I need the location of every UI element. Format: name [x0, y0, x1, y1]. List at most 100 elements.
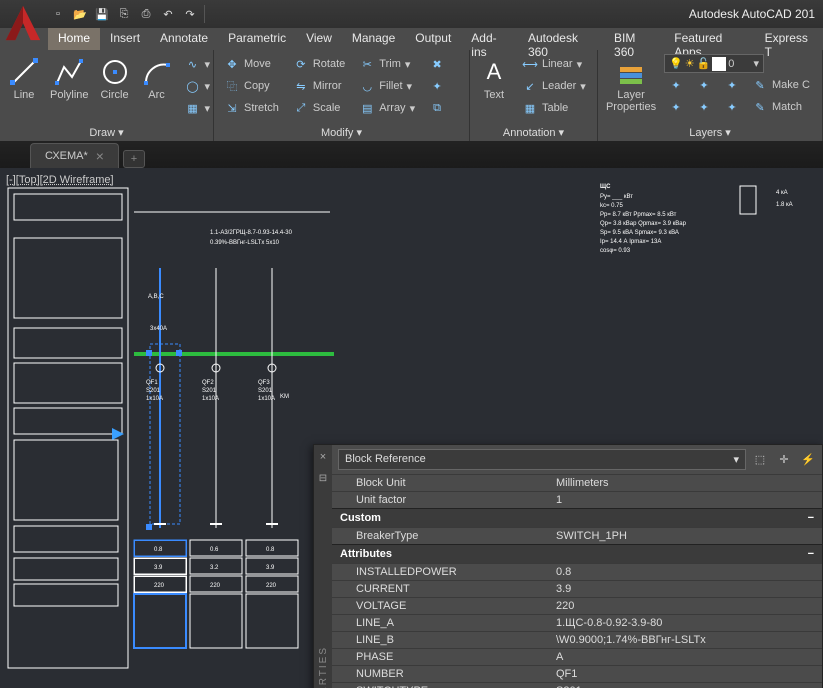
tab-featured-apps[interactable]: Featured Apps [664, 28, 754, 50]
layer-dropdown[interactable]: 💡 ☀ 🔓 0 ▾ [664, 54, 764, 73]
palette-close-icon[interactable]: × [320, 451, 326, 463]
titlebar: ▫ 📂 💾 ⎘ ⎙ ↶ ↷ Autodesk AutoCAD 201 [0, 0, 823, 28]
tab-output[interactable]: Output [405, 28, 461, 50]
prop-row[interactable]: Block UnitMillimeters [332, 474, 822, 491]
trim-button[interactable]: ✂Trim ▾ [355, 54, 419, 74]
app-title: Autodesk AutoCAD 201 [689, 7, 823, 21]
array-button[interactable]: ▤Array ▾ [355, 98, 419, 118]
layer-props-button[interactable]: Layer Properties [604, 54, 658, 115]
tab-parametric[interactable]: Parametric [218, 28, 296, 50]
scale-button[interactable]: ⤢Scale [289, 98, 349, 118]
qat-redo-icon[interactable]: ↷ [180, 4, 200, 24]
layer-b2[interactable]: ✦ [692, 75, 716, 95]
tab-annotate[interactable]: Annotate [150, 28, 218, 50]
draw-extra3-button[interactable]: ▦▾ [181, 98, 215, 118]
draw-extra2-button[interactable]: ◯▾ [181, 76, 215, 96]
line-icon [8, 56, 40, 88]
prop-row[interactable]: VOLTAGE220 [332, 597, 822, 614]
qat-undo-icon[interactable]: ↶ [158, 4, 178, 24]
qat-print-icon[interactable]: ⎙ [136, 4, 156, 24]
polyline-button[interactable]: Polyline [48, 54, 91, 103]
linear-label: Linear [542, 58, 573, 70]
svg-text:S201: S201 [146, 388, 161, 394]
drawing-canvas[interactable]: [-][Top][2D Wireframe] 1.1-А3/2ГРЩ-8.7-0… [0, 168, 823, 688]
qat-saveas-icon[interactable]: ⎘ [114, 4, 134, 24]
prop-row[interactable]: CURRENT3.9 [332, 580, 822, 597]
layer-c3[interactable]: ✦ [720, 97, 744, 117]
doc-tab-label: СХЕМА* [45, 150, 88, 162]
quick-select-icon[interactable]: ⚡ [800, 452, 816, 468]
tab-add-ins[interactable]: Add-ins [461, 28, 518, 50]
arc-button[interactable]: Arc [139, 54, 175, 103]
select-objects-icon[interactable]: ✛ [776, 452, 792, 468]
layer-color-swatch [712, 57, 726, 71]
circle-button[interactable]: Circle [97, 54, 133, 103]
palette-pin-icon[interactable]: ⊟ [319, 473, 327, 484]
toggle-pickadd-icon[interactable]: ⬚ [752, 452, 768, 468]
prop-row[interactable]: INSTALLEDPOWER0.8 [332, 563, 822, 580]
leader-button[interactable]: ↙Leader ▾ [518, 76, 590, 96]
doc-tab[interactable]: СХЕМА* × [30, 143, 119, 168]
table-button[interactable]: ▦Table [518, 98, 590, 118]
layer-b1[interactable]: ✦ [664, 75, 688, 95]
svg-text:A,B,C: A,B,C [148, 294, 164, 300]
svg-text:0.6: 0.6 [210, 547, 219, 553]
add-tab-button[interactable]: + [123, 150, 145, 168]
prop-value: 220 [556, 600, 822, 612]
prop-row[interactable]: LINE_B\W0.9000;1.74%-ВВГнг-LSLTx [332, 631, 822, 648]
tab-bim-360[interactable]: BIM 360 [604, 28, 664, 50]
prop-label: VOLTAGE [356, 600, 556, 612]
draw-extra1-button[interactable]: ∿▾ [181, 54, 215, 74]
qat-save-icon[interactable]: 💾 [92, 4, 112, 24]
mirror-button[interactable]: ⇋Mirror [289, 76, 349, 96]
autocad-logo[interactable] [2, 2, 44, 44]
modify-e1-button[interactable]: ✖ [425, 54, 449, 74]
layer-c1[interactable]: ✦ [664, 97, 688, 117]
close-icon[interactable]: × [96, 148, 104, 164]
panel-modify: ✥Move ⿻Copy ⇲Stretch ⟳Rotate ⇋Mirror ⤢Sc… [214, 50, 470, 141]
makec-button[interactable]: ✎Make C [748, 75, 814, 95]
linear-button[interactable]: ⟷Linear ▾ [518, 54, 590, 74]
panel-annotation-title[interactable]: Annotation ▾ [476, 124, 591, 139]
prop-value: 0.8 [556, 566, 822, 578]
qat-new-icon[interactable]: ▫ [48, 4, 68, 24]
text-button[interactable]: A Text [476, 54, 512, 103]
arc-label: Arc [148, 89, 165, 101]
match-button[interactable]: ✎Match [748, 97, 806, 117]
prop-row[interactable]: PHASEA [332, 648, 822, 665]
prop-row[interactable]: SWITCHTYPES201 [332, 682, 822, 688]
prop-row[interactable]: Unit factor1 [332, 491, 822, 508]
section-attributes[interactable]: Attributes− [332, 544, 822, 563]
modify-e3-button[interactable]: ⧉ [425, 98, 449, 118]
prop-value: 1 [556, 494, 822, 506]
tab-express-t[interactable]: Express T [755, 28, 823, 50]
table-icon: ▦ [522, 100, 538, 116]
object-type-select[interactable]: Block Reference ▾ [338, 449, 746, 470]
panel-modify-title[interactable]: Modify ▾ [220, 124, 463, 139]
svg-text:4 кА: 4 кА [776, 190, 788, 196]
layer-b3[interactable]: ✦ [720, 75, 744, 95]
copy-button[interactable]: ⿻Copy [220, 76, 283, 96]
tab-manage[interactable]: Manage [342, 28, 405, 50]
move-button[interactable]: ✥Move [220, 54, 283, 74]
tab-home[interactable]: Home [48, 28, 100, 50]
rotate-button[interactable]: ⟳Rotate [289, 54, 349, 74]
svg-text:3.2: 3.2 [210, 565, 219, 571]
layer-c2[interactable]: ✦ [692, 97, 716, 117]
prop-row[interactable]: NUMBERQF1 [332, 665, 822, 682]
prop-row[interactable]: LINE_A1.ЩС-0.8-0.92-3.9-80 [332, 614, 822, 631]
section-custom[interactable]: Custom− [332, 508, 822, 527]
line-button[interactable]: Line [6, 54, 42, 103]
palette-title-vertical: PROPERTIES [318, 646, 329, 688]
modify-e2-button[interactable]: ✦ [425, 76, 449, 96]
tab-view[interactable]: View [296, 28, 342, 50]
fillet-button[interactable]: ◡Fillet ▾ [355, 76, 419, 96]
panel-layers-title[interactable]: Layers ▾ [604, 124, 816, 139]
prop-row[interactable]: BreakerTypeSWITCH_1PH [332, 527, 822, 544]
tab-autodesk-360[interactable]: Autodesk 360 [518, 28, 604, 50]
polyline-icon [53, 56, 85, 88]
panel-draw-title[interactable]: Draw ▾ [6, 124, 207, 139]
stretch-button[interactable]: ⇲Stretch [220, 98, 283, 118]
qat-open-icon[interactable]: 📂 [70, 4, 90, 24]
tab-insert[interactable]: Insert [100, 28, 150, 50]
